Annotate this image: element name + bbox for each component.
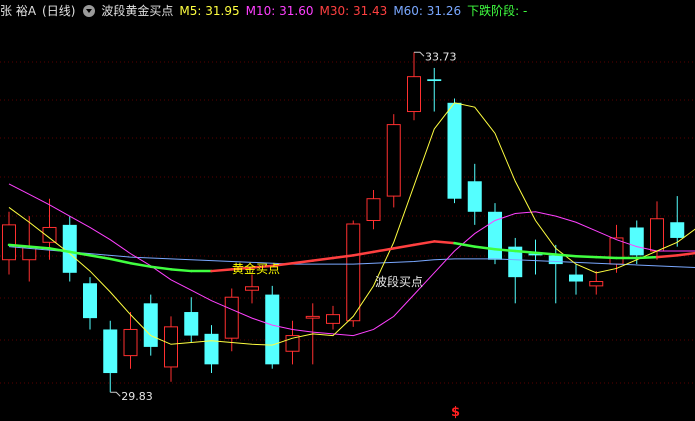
candle-down (569, 274, 583, 282)
candle-down (548, 255, 563, 265)
ma30-phase-segment (392, 243, 416, 250)
ma30-phase-segment (291, 259, 314, 265)
ma30-phase-segment (149, 265, 173, 271)
ma30-phase-segment (28, 245, 51, 250)
candle-up (2, 224, 16, 261)
candle-up (123, 328, 138, 357)
high-price-label: 33.73 (425, 50, 457, 63)
candle-down (629, 227, 644, 256)
ma30-phase-segment (655, 254, 679, 259)
ma30-phase-segment (210, 268, 233, 273)
candle-up (224, 296, 239, 339)
candlestick-chart[interactable]: 33.73 29.83 黄金买点 波段买点 $ (0, 0, 695, 421)
ma30-phase-segment (676, 251, 695, 257)
candle-up (346, 223, 361, 322)
ma30-phase-segment (412, 240, 436, 247)
signal-dollar-icon: $ (451, 405, 460, 420)
candle-down (467, 181, 482, 212)
ma30-phase-segment (514, 249, 537, 255)
band-buy-label: 波段买点 (375, 274, 423, 289)
candle-up (407, 76, 421, 113)
candle-down (83, 283, 97, 319)
ma30-phase-segment (433, 240, 456, 245)
ma30-phase-segment (635, 255, 659, 260)
ma30-phase-segment (311, 256, 335, 262)
low-marker-line (110, 391, 121, 397)
ma30-phase-segment (493, 248, 517, 253)
candle-up (245, 286, 259, 291)
candle-down (447, 102, 462, 199)
ma30-phase-segment (574, 254, 598, 259)
candle-up (305, 315, 320, 319)
candle-up (609, 237, 624, 265)
candle-down (184, 312, 199, 336)
candle-up (164, 326, 178, 368)
candle-down (62, 224, 77, 273)
ma30-phase-segment (88, 254, 112, 261)
ma30-phase-segment (554, 253, 578, 258)
ma30-phase-segment (109, 257, 132, 265)
ma30-phase-segment (595, 255, 618, 260)
ma30-phase-segment (534, 251, 557, 256)
candle-up (366, 198, 381, 222)
candle-up (589, 281, 604, 287)
candle-down (265, 294, 280, 365)
kline-window: 张 裕A (日线) 波段黄金买点 M5: 31.95 M10: 31.60 M30: 31… (0, 0, 695, 421)
candle-down (143, 303, 158, 347)
candle-up (650, 218, 664, 252)
candle-down (103, 329, 118, 374)
ma30-phase-segment (169, 268, 193, 273)
candle-down (204, 333, 219, 365)
ma30-phase-segment (453, 241, 476, 248)
ma30-phase-segment (7, 243, 31, 248)
candle-down (427, 79, 442, 82)
low-price-label: 29.83 (121, 390, 153, 403)
candle-up (386, 124, 401, 197)
candle-down (670, 222, 685, 238)
candle-up (326, 314, 340, 324)
ma30-phase-segment (372, 247, 395, 254)
gold-buy-label: 黄金买点 (232, 261, 280, 276)
high-marker-line (414, 51, 425, 57)
candles (2, 52, 685, 393)
